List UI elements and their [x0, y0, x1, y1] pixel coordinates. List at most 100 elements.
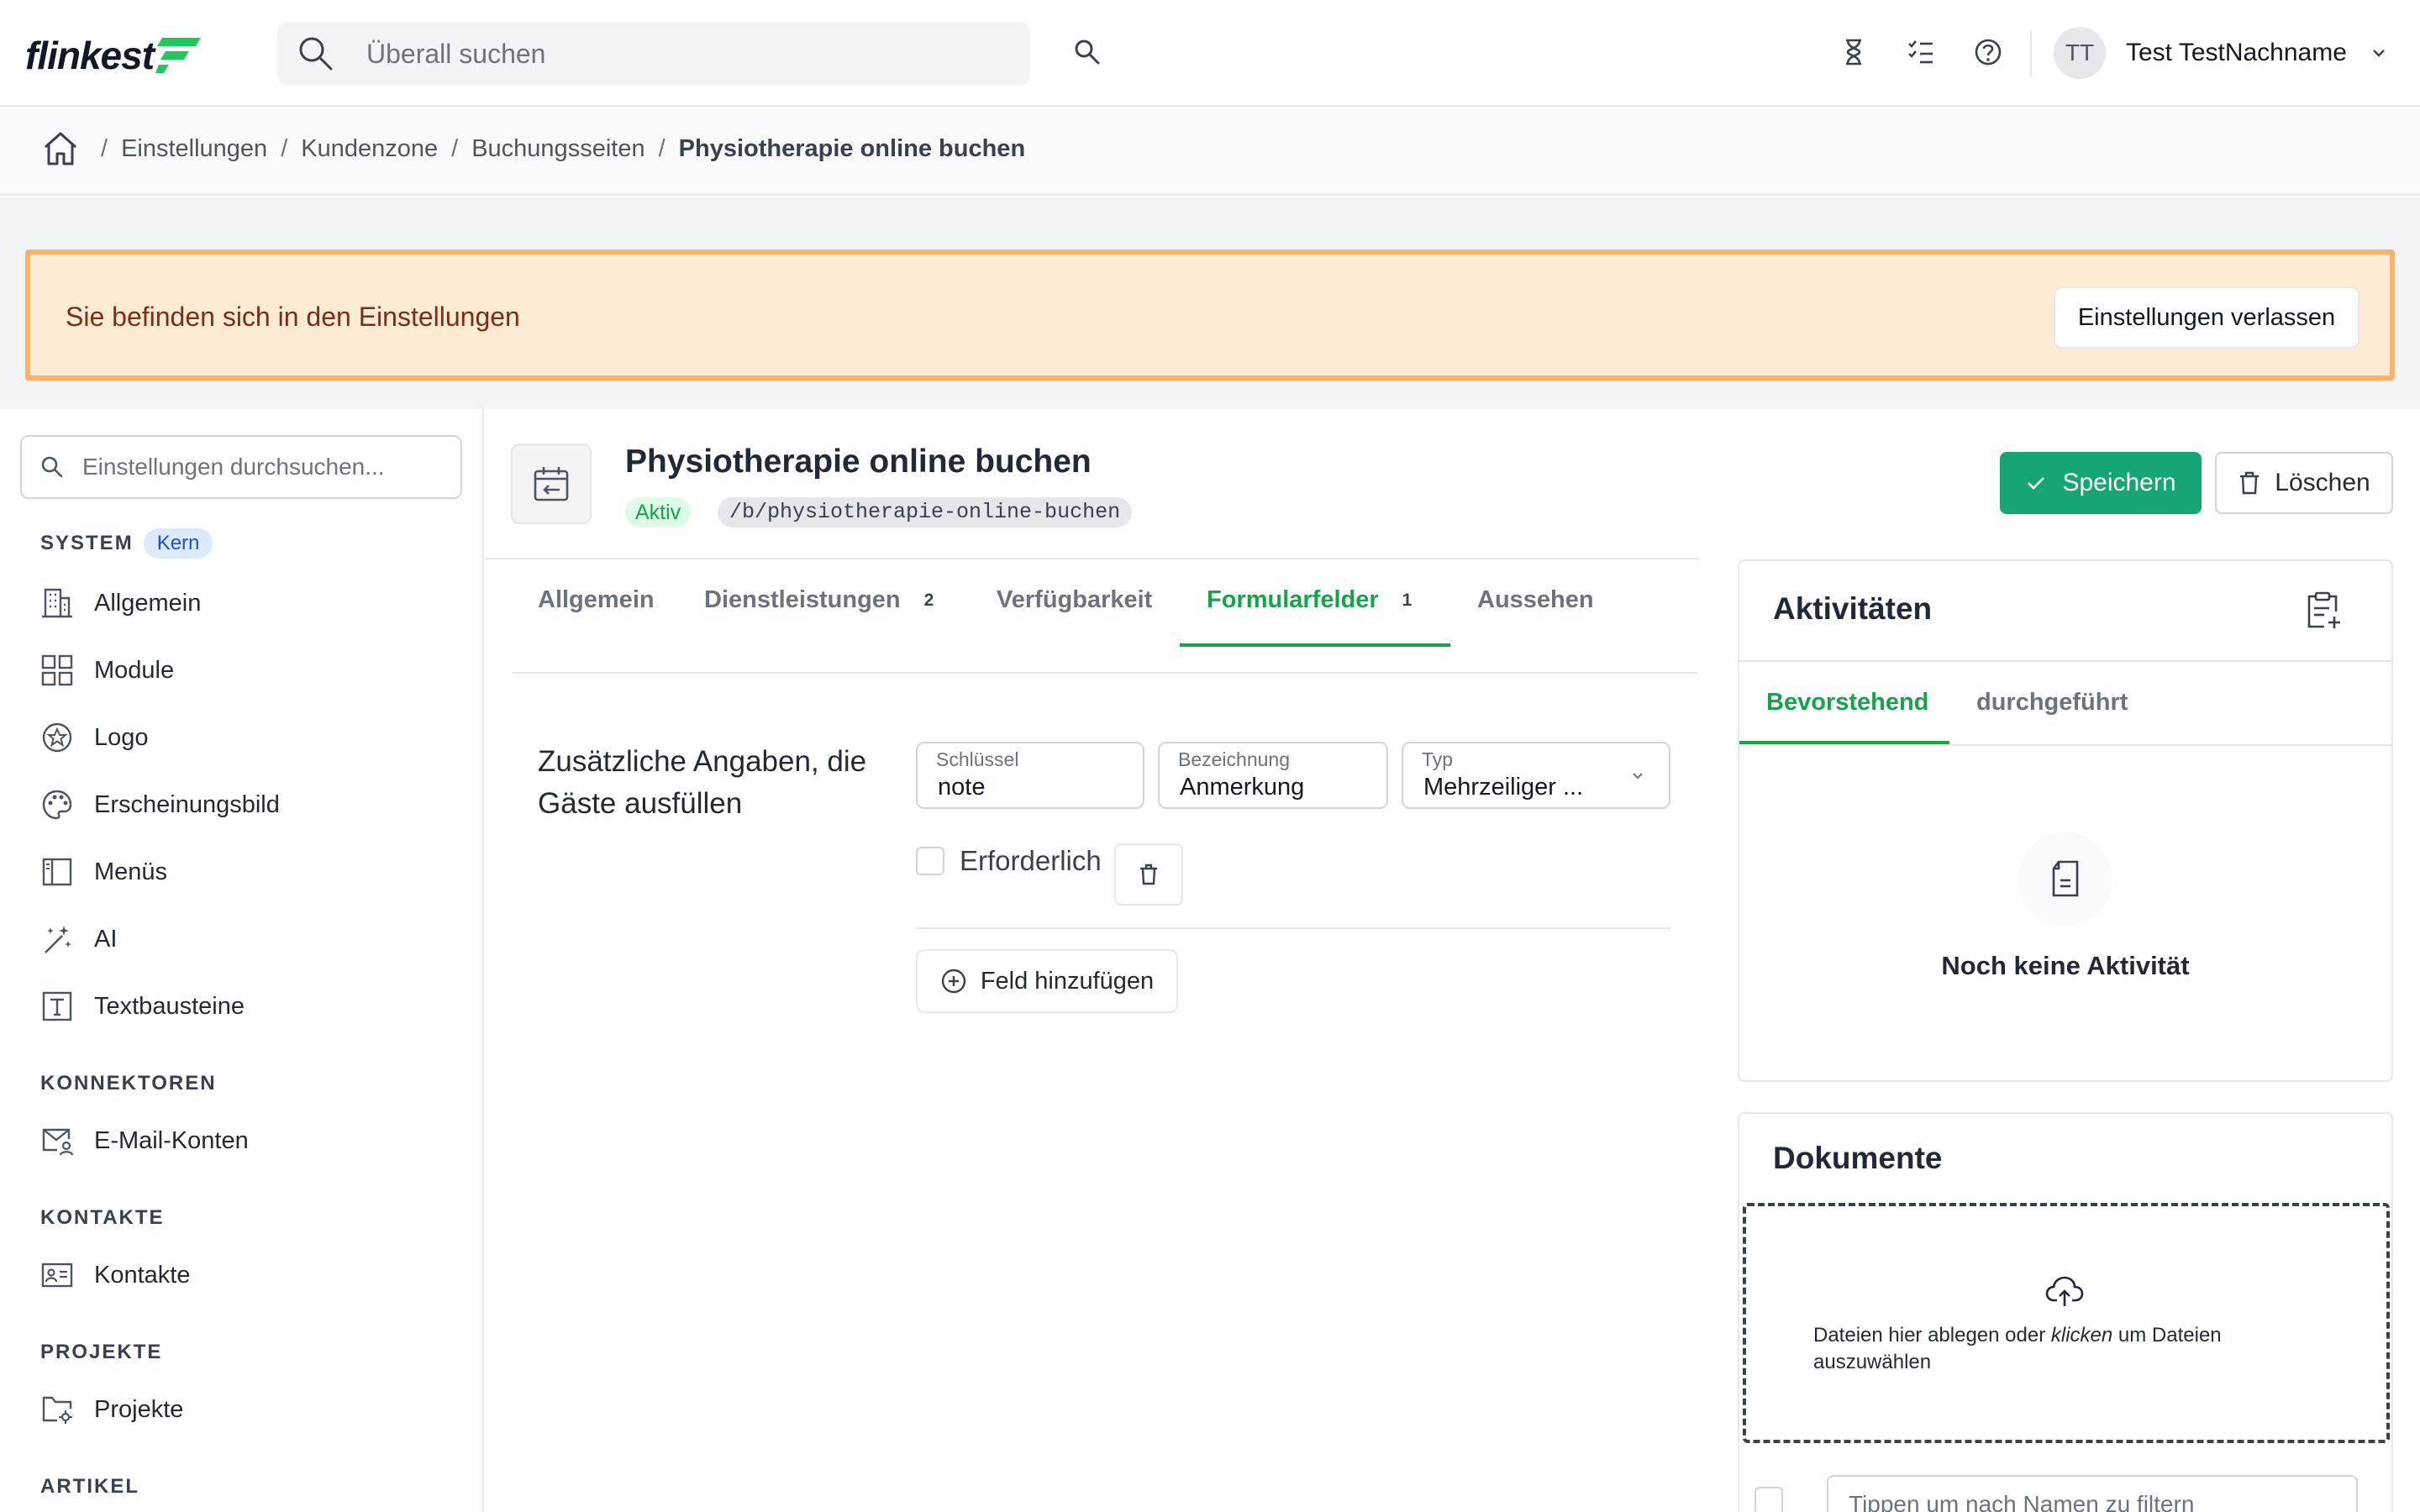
- sidebar-item-module[interactable]: Module: [40, 647, 174, 694]
- sidebar-item-label: Textbausteine: [94, 992, 245, 1020]
- magic-wand-icon: [45, 926, 71, 953]
- breadcrumb-kundenzone[interactable]: Kundenzone: [301, 135, 438, 163]
- folder-gear-icon: [42, 1396, 72, 1424]
- sidebar-item-menus[interactable]: Menüs: [40, 848, 167, 895]
- user-name: Test TestNachname: [2126, 39, 2347, 66]
- tab-bevorstehend[interactable]: Bevorstehend: [1766, 689, 1928, 717]
- delete-label: Löschen: [2275, 469, 2370, 496]
- sidebar-item-label: Projekte: [94, 1395, 184, 1423]
- logo-text: flinkest: [25, 34, 155, 77]
- file-dropzone[interactable]: Dateien hier ablegen oder klicken um Dat…: [1743, 1203, 2390, 1443]
- save-button[interactable]: Speichern: [2000, 452, 2202, 514]
- global-search-input[interactable]: [366, 22, 1005, 86]
- tab-verfuegbarkeit[interactable]: Verfügbarkeit: [997, 586, 1152, 614]
- leave-settings-button[interactable]: Einstellungen verlassen: [2054, 286, 2360, 349]
- check-icon: [2028, 477, 2045, 490]
- sidebar-item-allgemein[interactable]: Allgemein: [40, 580, 201, 627]
- tab-formularfelder[interactable]: Formularfelder 1: [1207, 586, 1412, 614]
- search-icon: [41, 456, 63, 478]
- tab-bar: Allgemein Dienstleistungen 2 Verfügbarkei…: [513, 559, 1697, 674]
- tab-label: Verfügbarkeit: [997, 586, 1153, 613]
- text-icon: [42, 991, 72, 1021]
- calendar-arrow-icon: [534, 467, 569, 501]
- user-menu[interactable]: TT Test TestNachname: [2054, 27, 2389, 79]
- dropzone-text-part: Dateien hier ablegen oder: [1813, 1324, 2051, 1347]
- name-field[interactable]: Bezeichnung Anmerkung: [1158, 742, 1388, 809]
- sidebar-item-erscheinungsbild[interactable]: Erscheinungsbild: [40, 781, 280, 828]
- tab-aussehen[interactable]: Aussehen: [1477, 586, 1594, 614]
- delete-button[interactable]: Löschen: [2215, 452, 2393, 514]
- required-checkbox[interactable]: [916, 847, 944, 875]
- tab-dienstleistungen[interactable]: Dienstleistungen 2: [704, 586, 934, 614]
- star-badge-icon: [42, 722, 72, 753]
- banner-text: Sie befinden sich in den Einstellungen: [66, 302, 520, 332]
- sidebar-item-kontakte[interactable]: Kontakte: [40, 1252, 190, 1299]
- sidebar-item-projekte[interactable]: Projekte: [40, 1386, 183, 1433]
- dropzone-click-text[interactable]: klicken: [2051, 1324, 2112, 1347]
- add-field-button[interactable]: Feld hinzufügen: [916, 949, 1178, 1013]
- add-field-label: Feld hinzufügen: [980, 967, 1155, 995]
- page-type-icon: [511, 444, 592, 524]
- checklist-icon[interactable]: [1906, 37, 1936, 67]
- field-label: Bezeichnung: [1178, 748, 1290, 770]
- select-all-checkbox[interactable]: [1754, 1487, 1783, 1512]
- help-icon[interactable]: [1973, 37, 2003, 67]
- documents-title: Dokumente: [1773, 1141, 1943, 1175]
- field-divider: [916, 927, 1670, 929]
- activities-title: Aktivitäten: [1773, 591, 1933, 626]
- sidebar-layout-icon: [42, 858, 72, 886]
- tab-count: 1: [1402, 590, 1413, 610]
- sidebar-item-ai[interactable]: AI: [40, 916, 117, 963]
- page-title: Physiotherapie online buchen: [625, 444, 1092, 480]
- app-logo[interactable]: flinkest: [25, 30, 203, 81]
- section-system: SYSTEM Kern: [40, 528, 213, 559]
- top-bar: flinkest TT Test TestNachname: [0, 0, 2420, 107]
- mail-account-icon: [42, 1128, 74, 1156]
- sidebar-item-label: Logo: [94, 723, 149, 751]
- trash-icon: [2240, 471, 2260, 495]
- field-value: Mehrzeiliger ...: [1423, 774, 1584, 801]
- key-field[interactable]: Schlüssel note: [916, 742, 1144, 809]
- clipboard-plus-icon[interactable]: [2302, 590, 2343, 630]
- sidebar-item-label: E-Mail-Konten: [94, 1126, 249, 1154]
- sidebar-item-textbausteine[interactable]: Textbausteine: [40, 983, 245, 1030]
- tab-label: Allgemein: [538, 586, 655, 613]
- breadcrumb-einstellungen[interactable]: Einstellungen: [121, 135, 267, 163]
- search-icon: [299, 37, 333, 71]
- building-icon: [42, 588, 72, 618]
- delete-field-button[interactable]: [1114, 843, 1183, 906]
- breadcrumb-bar: / Einstellungen / Kundenzone / Buchungss…: [0, 108, 2420, 196]
- contact-card-icon: [41, 1263, 73, 1288]
- hourglass-icon[interactable]: [1839, 37, 1869, 67]
- chevron-down-icon: [1633, 773, 1643, 780]
- url-badge: /b/physiotherapie-online-buchen: [718, 497, 1133, 528]
- breadcrumb-buchungsseiten[interactable]: Buchungsseiten: [471, 135, 644, 163]
- global-search[interactable]: [277, 22, 1030, 86]
- settings-search[interactable]: [20, 435, 462, 499]
- document-icon: [2052, 860, 2079, 897]
- tab-durchgefuehrt[interactable]: durchgeführt: [1976, 689, 2128, 717]
- home-icon[interactable]: [40, 129, 81, 169]
- breadcrumb: / Einstellungen / Kundenzone / Buchungss…: [40, 129, 1025, 169]
- sidebar-item-label: Kontakte: [94, 1261, 191, 1289]
- cloud-upload-icon: [2045, 1276, 2084, 1306]
- search-icon[interactable]: [1072, 37, 1102, 67]
- tab-label: Aussehen: [1477, 586, 1594, 613]
- breadcrumb-current: Physiotherapie online buchen: [678, 134, 1026, 162]
- sidebar-item-label: Erscheinungsbild: [94, 790, 280, 818]
- settings-search-input[interactable]: [82, 437, 452, 497]
- sidebar-item-logo[interactable]: Logo: [40, 714, 149, 761]
- empty-state-text: Noch keine Aktivität: [1941, 951, 2190, 980]
- empty-state-icon: [2018, 832, 2112, 926]
- tab-allgemein[interactable]: Allgemein: [538, 586, 655, 614]
- section-artikel: ARTIKEL: [40, 1475, 139, 1498]
- type-select[interactable]: Typ Mehrzeiliger ...: [1402, 742, 1670, 809]
- document-filter-input[interactable]: [1827, 1475, 2358, 1512]
- logo-mark-icon: [155, 38, 202, 73]
- palette-icon: [42, 790, 72, 820]
- status-badge: Aktiv: [625, 497, 692, 528]
- form-fields-section-label: Zusätzliche Angaben, die Gäste ausfüllen: [538, 745, 867, 820]
- required-checkbox-row[interactable]: Erforderlich: [916, 845, 1102, 877]
- breadcrumb-separator: /: [658, 134, 666, 162]
- sidebar-item-email-konten[interactable]: E-Mail-Konten: [40, 1117, 249, 1164]
